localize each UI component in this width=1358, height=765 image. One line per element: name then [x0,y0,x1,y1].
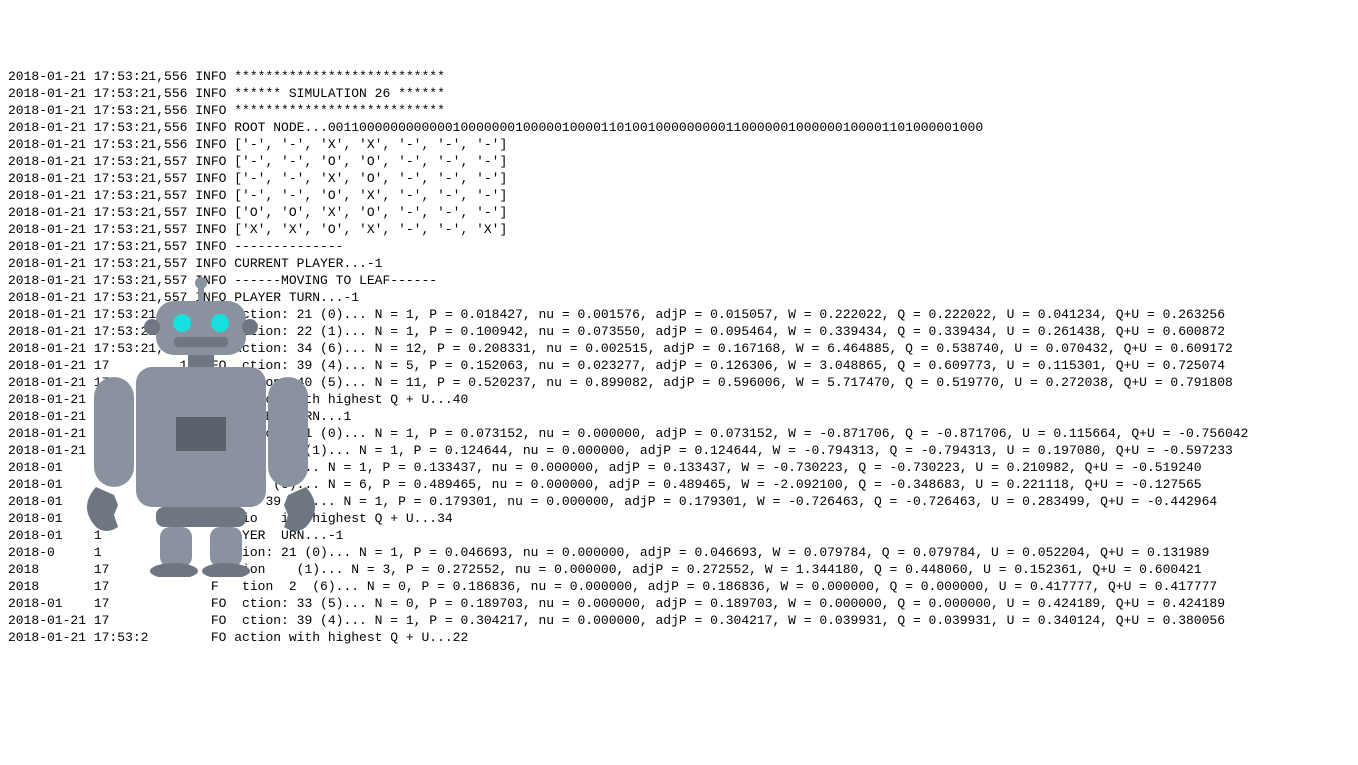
log-line: 2018 17 tion (1)... N = 3, P = 0.272552,… [0,561,1358,578]
log-line: 2018-01-21 17:53:21,557 INFO action: 34 … [0,340,1358,357]
log-line: 2018 17 F tion 2 (6)... N = 0, P = 0.186… [0,578,1358,595]
log-line: 2018-01-21 17:53:2 FO action with highes… [0,629,1358,646]
log-line: 2018-01-21 17 FO ction: 39 (4)... N = 1,… [0,612,1358,629]
log-line: 2018-01-21 17:53:21,557 INFO action: 21 … [0,306,1358,323]
log-line: 2018-01-21 17:53:21, INFO action: 21 (0)… [0,425,1358,442]
log-line: 2018-01-21 17 1 INFO ction: 39 (4)... N … [0,357,1358,374]
log-line: 2018-01 1 tio ith highest Q + U...34 [0,510,1358,527]
log-line: 2018-01-21 17 FO ction with highest Q + … [0,391,1358,408]
log-output: 2018-01-21 17:53:21,556 INFO ***********… [0,68,1358,646]
log-line: 2018-01-21 17:53:21,557 INFO ['-', '-', … [0,153,1358,170]
log-line: 2018-01-21 17:53:21,556 INFO ['-', '-', … [0,136,1358,153]
log-line: 2018-01-21 17:53:21,557 INFO ['-', '-', … [0,187,1358,204]
log-line: 2018-01-21 17:53:21,557 INFO -----------… [0,238,1358,255]
log-line: 2018-01-21 1 tion: 22 (1)... N = 1, P = … [0,442,1358,459]
log-line: 2018-01-21 17:53:21,556 INFO ROOT NODE..… [0,119,1358,136]
log-line: 2018-01-21 17:53:21,557 INFO PLAYER TURN… [0,289,1358,306]
log-line: 2018-01-21 17:53:21,556 INFO ***********… [0,102,1358,119]
log-line: 2018-01-21 17:53:21,556 INFO ***********… [0,68,1358,85]
log-line: 2018-01 34 (6)... N = 6, P = 0.489465, n… [0,476,1358,493]
log-line: 2018-01-21 17 FO ction: 40 (5)... N = 11… [0,374,1358,391]
log-line: 2018-01-21 17:53:21,557 INFO ['O', 'O', … [0,204,1358,221]
log-line: 2018-01 io 39 (4)... N = 1, P = 0.179301… [0,493,1358,510]
log-line: 2018-01-21 17:53:21,556 INFO ****** SIMU… [0,85,1358,102]
log-line: 2018-01 33 (5)... N = 1, P = 0.133437, n… [0,459,1358,476]
log-line: 2018-01-21 17:53:21,557 INFO action: 22 … [0,323,1358,340]
log-line: 2018-01-21 17:53:21,557 INFO CURRENT PLA… [0,255,1358,272]
log-line: 2018-01-21 17:53:21, FO PLAYER TURN...1 [0,408,1358,425]
log-line: 2018-01 17 FO ction: 33 (5)... N = 0, P … [0,595,1358,612]
log-line: 2018-01-21 17:53:21,557 INFO ['X', 'X', … [0,221,1358,238]
log-line: 2018-01 1 AYER URN...-1 [0,527,1358,544]
log-line: 2018-01-21 17:53:21,557 INFO ['-', '-', … [0,170,1358,187]
log-line: 2018-01-21 17:53:21,557 INFO ------MOVIN… [0,272,1358,289]
